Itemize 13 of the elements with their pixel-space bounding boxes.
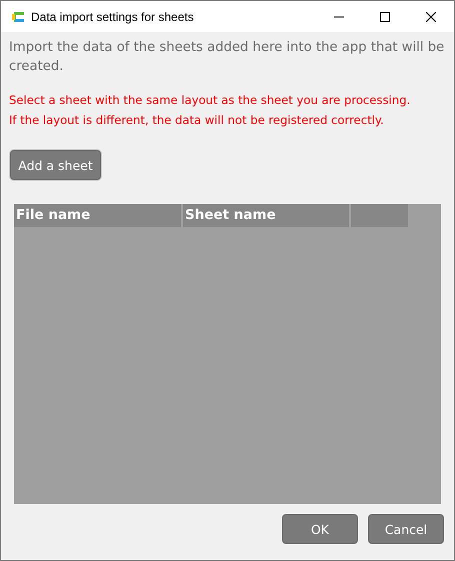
close-icon [426, 12, 436, 22]
column-header: Sheet name [183, 204, 349, 227]
column-header: File name [14, 204, 181, 227]
window-title: Data import settings for sheets [31, 10, 195, 24]
maximize-icon [380, 12, 390, 22]
cancel-button[interactable]: Cancel [368, 514, 444, 544]
ok-button[interactable]: OK [282, 514, 358, 544]
description-text: Import the data of the sheets added here into the app that will be created. [9, 39, 446, 76]
warning-text: If the layout is different, the data will not be registered correctly. [9, 113, 385, 128]
app-logo-icon [11, 10, 25, 24]
warning-text: Select a sheet with the same layout as the sheet you are processing. [9, 93, 412, 108]
column-header [351, 204, 408, 227]
add-sheet-button[interactable]: Add a sheet [10, 150, 101, 180]
